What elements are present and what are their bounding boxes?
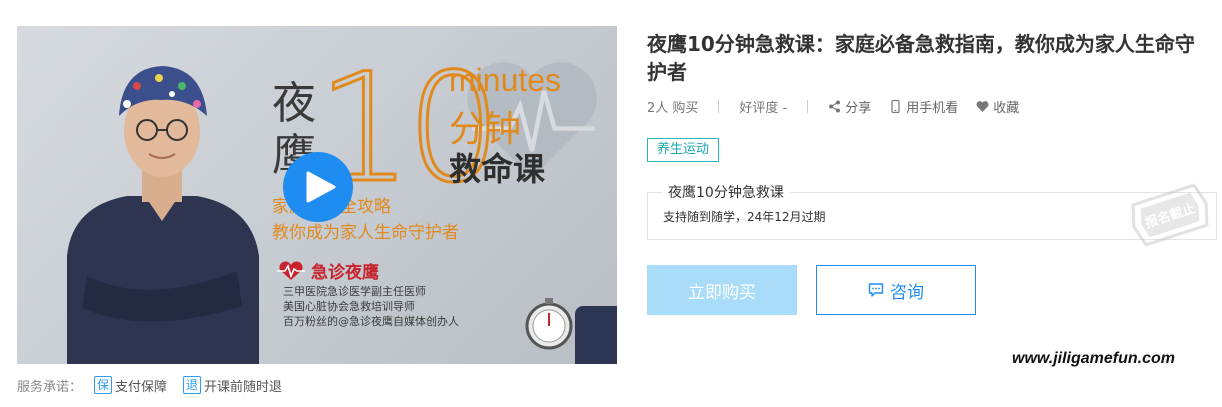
course-title: 夜鹰10分钟急救课：家庭必备急救指南，教你成为家人生命守护者 (647, 32, 1195, 84)
share-button[interactable]: 分享 (828, 97, 871, 116)
service-promise: 服务承诺： 保 支付保障 退 开课前随时退 (17, 374, 298, 396)
category-tag[interactable]: 养生运动 (647, 138, 720, 162)
refund-badge-icon: 退 (183, 376, 202, 394)
shield-badge-icon: 保 (94, 376, 113, 394)
consult-button[interactable]: 咨询 (816, 265, 976, 315)
cover-credential: 百万粉丝的@急诊夜鹰自媒体创办人 (283, 315, 459, 328)
favorite-button[interactable]: 收藏 (976, 97, 1019, 116)
stopwatch-icon (525, 298, 573, 350)
course-meta: 2人 购买 好评度 - 分享 用手机看 收藏 (647, 96, 1037, 116)
play-button[interactable] (283, 152, 353, 222)
buy-now-button[interactable]: 立即购买 (647, 265, 797, 315)
share-label: 分享 (845, 100, 872, 116)
cover-course-word: 救命课 (449, 150, 546, 188)
cover-credential: 美国心脏协会急救培训导师 (283, 300, 415, 313)
service-item-label: 开课前随时退 (204, 379, 283, 395)
cover-minutes: minutes (449, 62, 562, 98)
chat-bubble-icon (868, 283, 884, 297)
divider (718, 99, 720, 113)
course-cover[interactable]: 夜鹰 10 minutes 分钟 救命课 家庭急救全攻略 教你成为家人生命守护者… (17, 26, 617, 364)
doctor-photo (67, 66, 259, 364)
consult-label: 咨询 (890, 282, 924, 303)
mobile-phone-icon (891, 99, 900, 113)
heart-pulse-icon (277, 260, 305, 280)
service-item-refund[interactable]: 退 开课前随时退 (183, 376, 282, 395)
divider (807, 99, 809, 113)
buyer-count: 2人 购买 (647, 100, 699, 116)
mobile-view-button[interactable]: 用手机看 (889, 97, 958, 116)
service-label: 服务承诺： (17, 379, 83, 395)
cover-brand: 急诊夜鹰 (277, 258, 379, 283)
enrollment-closed-stamp: 报名截止 (1131, 183, 1209, 247)
cover-subtitle-2: 教你成为家人生命守护者 (272, 223, 459, 243)
plan-name: 夜鹰10分钟急救课 (662, 182, 790, 202)
service-item-label: 支付保障 (115, 379, 168, 395)
site-watermark: www.jiligamefun.com (1012, 350, 1175, 367)
cover-credentials: 三甲医院急诊医学副主任医师 美国心脏协会急救培训导师 百万粉丝的@急诊夜鹰自媒体… (283, 284, 459, 329)
share-icon (829, 100, 841, 112)
favorite-label: 收藏 (993, 100, 1020, 116)
cover-credential: 三甲医院急诊医学副主任医师 (283, 285, 426, 298)
mobile-view-label: 用手机看 (906, 100, 959, 116)
plan-description: 支持随到随学，24年12月过期 (663, 210, 826, 224)
cover-brand-name: 急诊夜鹰 (311, 263, 379, 283)
service-item-payment[interactable]: 保 支付保障 (94, 376, 167, 395)
play-icon (306, 171, 336, 203)
heart-icon (976, 100, 989, 112)
rating: 好评度 - (739, 100, 788, 116)
